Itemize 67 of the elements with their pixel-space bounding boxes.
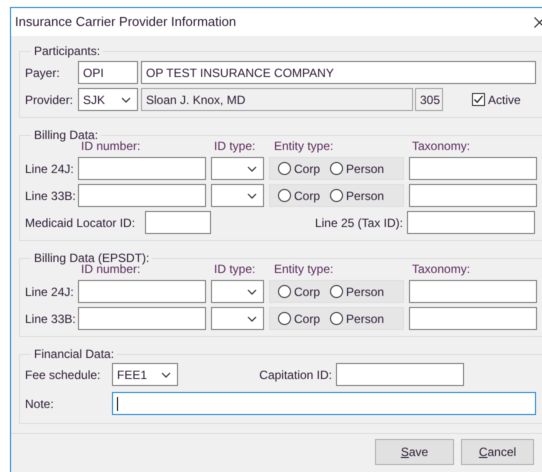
input-field[interactable]	[145, 211, 211, 234]
input-field[interactable]	[407, 211, 535, 234]
chevron-icon	[161, 372, 171, 378]
field-label: Provider:	[25, 92, 74, 108]
input-field[interactable]	[336, 363, 464, 386]
combo-box[interactable]	[211, 184, 264, 207]
chevron-icon	[247, 166, 257, 172]
column-header: Taxonomy:	[412, 261, 472, 278]
radio-button[interactable]: Corp	[278, 186, 320, 204]
input-field[interactable]: OP TEST INSURANCE COMPANY	[141, 61, 536, 84]
column-header: Entity type:	[274, 138, 334, 155]
column-header: Taxonomy:	[412, 138, 472, 155]
chevron-icon	[247, 288, 257, 294]
input-field[interactable]	[78, 184, 206, 207]
input-field: Sloan J. Knox, MD	[141, 88, 413, 111]
combo-box[interactable]	[211, 307, 264, 330]
column-header: Entity type:	[274, 261, 334, 278]
input-field[interactable]	[409, 307, 537, 330]
radio-button[interactable]: Person	[330, 160, 384, 178]
radio-button[interactable]: Person	[330, 310, 384, 328]
group-title: Participants:	[33, 43, 102, 60]
input-field: 305	[415, 88, 443, 111]
field-label: Line 24J:	[25, 160, 75, 178]
note-field[interactable]	[112, 392, 536, 415]
field-label: Line 33B:	[25, 310, 77, 328]
chevron-icon	[121, 96, 131, 102]
field-label: Note:	[25, 396, 55, 412]
radio-button[interactable]: Corp	[278, 310, 320, 328]
radio-button[interactable]: Corp	[278, 160, 320, 178]
field-label: Line 24J:	[25, 284, 75, 300]
field-label: Fee schedule:	[25, 366, 102, 384]
checkbox[interactable]	[472, 93, 485, 106]
close-icon[interactable]	[534, 16, 542, 28]
input-field[interactable]	[78, 280, 206, 303]
radio-button[interactable]: Corp	[278, 282, 320, 300]
cancel-button[interactable]: Cancel	[461, 439, 534, 465]
group-title: Billing Data:	[33, 127, 98, 142]
radio-button[interactable]: Person	[330, 186, 384, 204]
chevron-icon	[247, 192, 257, 198]
combo-value: FEE1	[117, 366, 148, 384]
field-label: Medicaid Locator ID:	[25, 214, 136, 232]
combo-box[interactable]	[211, 280, 264, 303]
group-title: Billing Data (EPSDT):	[33, 250, 150, 265]
field-label: Capitation ID:	[258, 366, 333, 384]
group-title: Financial Data:	[33, 346, 116, 363]
window-title: Insurance Carrier Provider Information	[15, 13, 236, 32]
column-header: ID number:	[81, 262, 140, 278]
combo-box[interactable]	[211, 157, 264, 180]
save-button[interactable]: Save	[375, 439, 454, 465]
radio-button[interactable]: Person	[330, 282, 384, 300]
input-field[interactable]	[78, 157, 206, 180]
column-header: ID type:	[214, 261, 256, 278]
combo-box[interactable]: SJK	[78, 88, 138, 111]
field-label: Line 33B:	[25, 188, 77, 204]
field-label: Line 25 (Tax ID):	[314, 214, 404, 232]
combo-value: SJK	[83, 92, 106, 108]
input-field[interactable]	[409, 157, 537, 180]
checkbox-label[interactable]: Active	[488, 90, 521, 108]
column-header: ID number:	[81, 139, 142, 155]
chevron-icon	[247, 316, 257, 322]
input-field[interactable]	[409, 280, 537, 303]
input-field[interactable]: OPI	[78, 61, 138, 84]
input-field[interactable]	[409, 184, 537, 207]
field-label: Payer:	[25, 64, 61, 82]
input-field[interactable]	[78, 307, 206, 330]
combo-box[interactable]: FEE1	[112, 363, 178, 386]
column-header: ID type:	[214, 138, 256, 155]
